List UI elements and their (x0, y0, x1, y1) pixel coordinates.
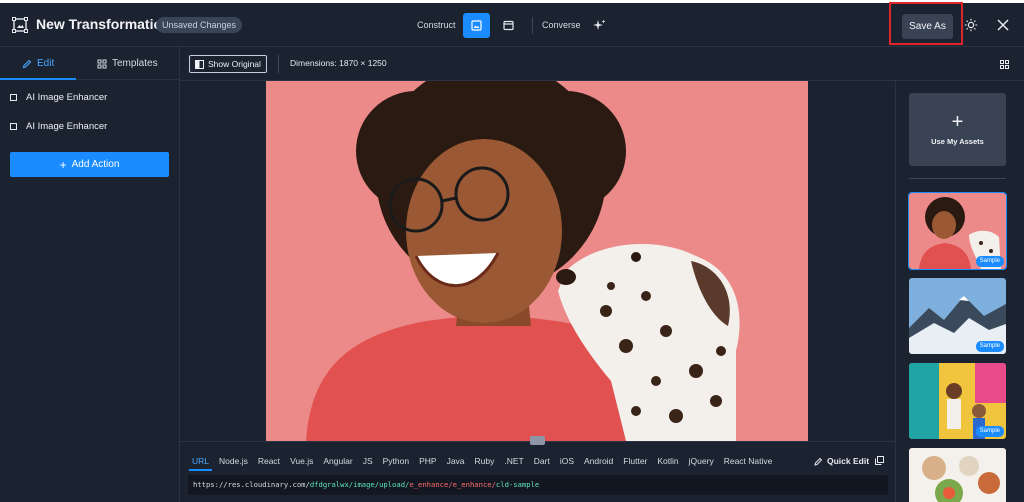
code-mode-button[interactable] (495, 13, 522, 38)
use-my-assets-button[interactable]: + Use My Assets (909, 93, 1006, 166)
browser-window-icon (503, 20, 514, 31)
header-divider (532, 17, 533, 34)
lang-tab-angular[interactable]: Angular (323, 456, 352, 466)
lang-tab-ios[interactable]: iOS (560, 456, 574, 466)
theme-sun-icon[interactable] (964, 18, 978, 32)
add-action-button[interactable]: + Add Action (10, 152, 169, 177)
tab-edit[interactable]: Edit (22, 47, 54, 80)
page-title: New Transformation (36, 16, 171, 32)
plus-icon: + (59, 157, 67, 172)
lang-tab-kotlin[interactable]: Kotlin (657, 456, 678, 466)
lang-tab-url[interactable]: URL (188, 456, 213, 471)
action-item[interactable]: AI Image Enhancer (10, 90, 107, 104)
add-action-label: Add Action (71, 159, 120, 170)
pencil-icon (814, 457, 823, 466)
sample-badge: Sample (975, 256, 1004, 267)
lang-tab-android[interactable]: Android (584, 456, 613, 466)
dimensions-label: Dimensions: 1870 × 1250 (290, 58, 387, 68)
sample-thumbnail-people[interactable]: Sample (909, 363, 1006, 439)
app-window: New Transformation Unsaved Changes Const… (0, 2, 1024, 502)
save-as-highlight: Save As (889, 2, 963, 45)
action-item[interactable]: AI Image Enhancer (10, 119, 107, 133)
action-label: AI Image Enhancer (26, 120, 108, 132)
lang-tab-ruby[interactable]: Ruby (475, 456, 495, 466)
preview-image[interactable] (266, 81, 808, 441)
layout-grid-icon[interactable] (1000, 60, 1009, 69)
pencil-icon (22, 59, 32, 68)
assets-panel: + Use My Assets Sample Sample Sample (895, 81, 1024, 502)
copy-icon[interactable] (875, 456, 884, 465)
sample-badge: Sample (975, 341, 1004, 352)
lang-tab-java[interactable]: Java (447, 456, 465, 466)
preview-canvas (180, 81, 895, 441)
construct-tab[interactable]: Construct (417, 20, 456, 30)
url-asset-id: cld-sample (495, 480, 540, 489)
quick-edit-label: Quick Edit (827, 456, 870, 466)
resize-handle[interactable] (530, 436, 545, 445)
lang-tab-js[interactable]: JS (363, 456, 373, 466)
sample-thumbnail-food[interactable] (909, 448, 1006, 502)
lang-tab-nodejs[interactable]: Node.js (219, 456, 248, 466)
converse-tab[interactable]: Converse (542, 20, 581, 30)
action-checkbox-icon[interactable] (10, 122, 17, 130)
image-icon (471, 20, 482, 31)
language-tabs: URL Node.js React Vue.js Angular JS Pyth… (188, 456, 782, 471)
templates-grid-icon (97, 59, 107, 68)
action-label: AI Image Enhancer (26, 91, 108, 103)
unsaved-changes-badge: Unsaved Changes (156, 17, 243, 33)
url-transformation: e_enhance/e_enhance/ (409, 480, 496, 489)
lang-tab-flutter[interactable]: Flutter (623, 456, 647, 466)
left-panel-tabs: Edit Templates (0, 47, 179, 80)
active-tab-indicator (0, 78, 76, 80)
show-original-button[interactable]: Show Original (189, 55, 267, 73)
url-base: https://res.cloudinary.com/ (193, 480, 310, 489)
lang-tab-react[interactable]: React (258, 456, 280, 466)
code-panel: URL Node.js React Vue.js Angular JS Pyth… (180, 436, 895, 502)
url-cloud-path: dfdgralwx/image/upload/ (309, 480, 410, 489)
transformation-logo-icon (12, 17, 28, 33)
sample-badge: Sample (975, 426, 1004, 437)
sample-thumbnail-portrait[interactable]: Sample (908, 192, 1007, 270)
lang-tab-vuejs[interactable]: Vue.js (290, 456, 313, 466)
left-panel: Edit Templates AI Image Enhancer AI Imag… (0, 47, 180, 502)
header-bar: New Transformation Unsaved Changes Const… (0, 2, 1024, 47)
toolbar-divider (278, 55, 279, 73)
visual-mode-button[interactable] (463, 13, 490, 38)
lang-tab-php[interactable]: PHP (419, 456, 436, 466)
canvas-toolbar: Show Original Dimensions: 1870 × 1250 (180, 47, 1024, 81)
lang-tab-dart[interactable]: Dart (534, 456, 550, 466)
save-as-button[interactable]: Save As (902, 14, 953, 39)
action-checkbox-icon[interactable] (10, 93, 17, 101)
delivery-url-field[interactable]: https://res.cloudinary.com/dfdgralwx/ima… (188, 475, 888, 495)
quick-edit-button[interactable]: Quick Edit (814, 456, 869, 466)
compare-icon (195, 59, 204, 69)
lang-tab-python[interactable]: Python (383, 456, 409, 466)
close-icon[interactable] (996, 18, 1010, 32)
show-original-label: Show Original (208, 59, 261, 69)
lang-tab-dotnet[interactable]: .NET (504, 456, 523, 466)
tab-edit-label: Edit (37, 58, 55, 69)
lang-tab-jquery[interactable]: jQuery (689, 456, 714, 466)
lang-tab-react-native[interactable]: React Native (724, 456, 773, 466)
sparkle-icon[interactable] (593, 19, 606, 32)
use-my-assets-label: Use My Assets (931, 136, 984, 146)
tab-templates[interactable]: Templates (97, 47, 158, 80)
tab-templates-label: Templates (112, 58, 158, 69)
assets-divider (909, 178, 1006, 179)
sample-thumbnail-mountains[interactable]: Sample (909, 278, 1006, 354)
plus-icon: + (951, 110, 964, 133)
